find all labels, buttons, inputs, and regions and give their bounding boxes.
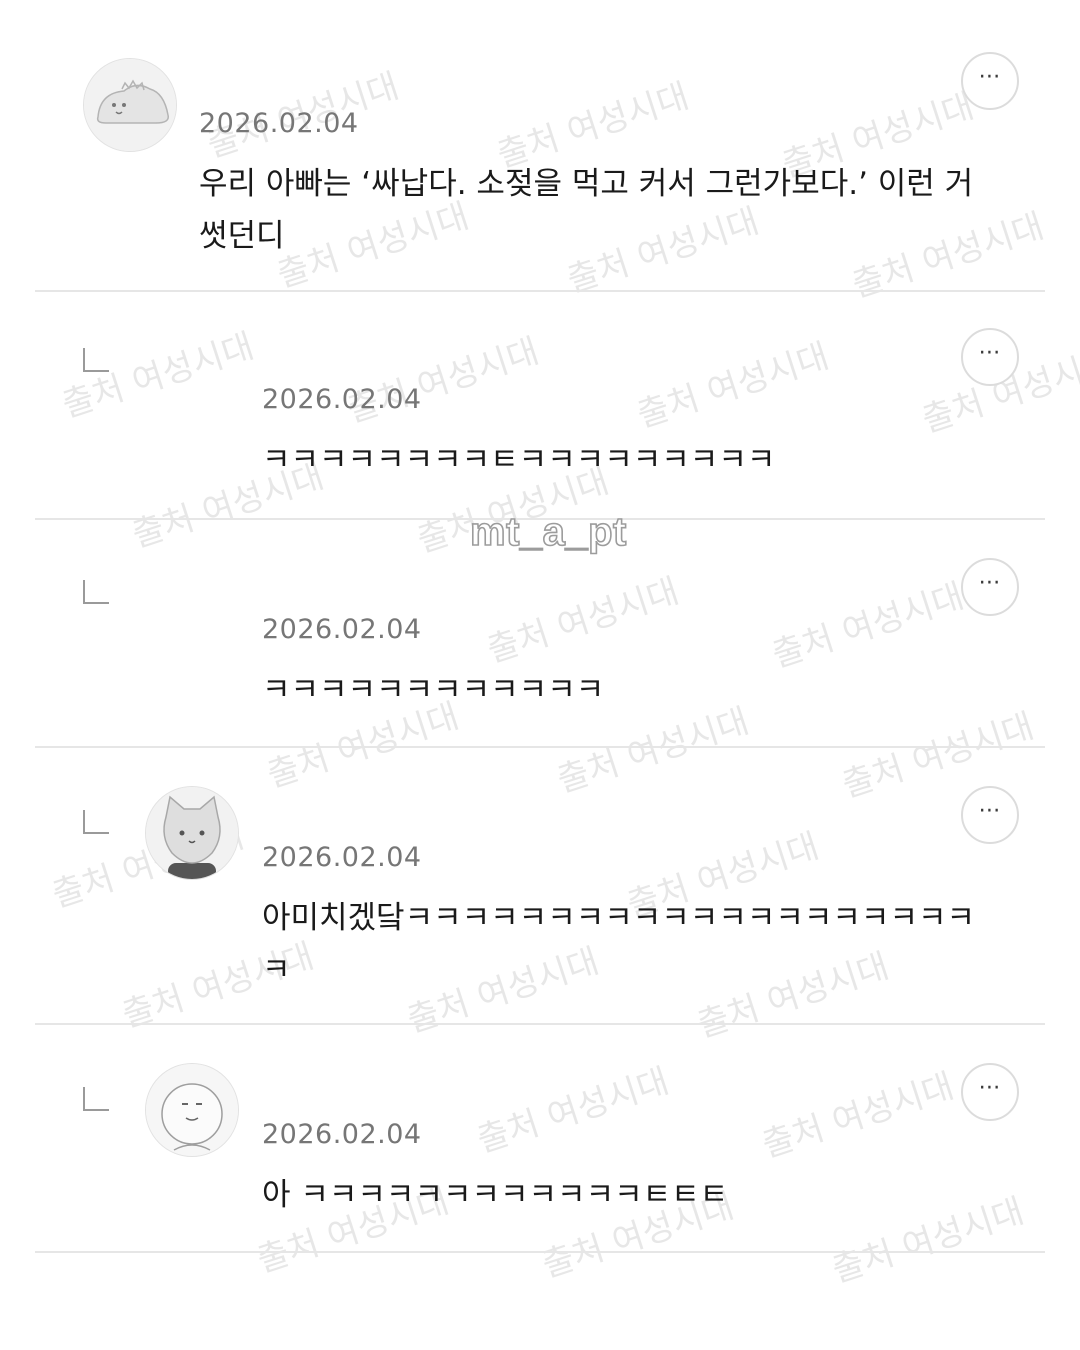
more-options-button[interactable]: ⋯ (961, 1063, 1019, 1121)
comment-item: 2026.02.04 우리 아빠는 ‘싸납다. 소젖을 먹고 커서 그런가보다.… (35, 40, 1045, 292)
comment-date: 2026.02.04 (262, 1119, 422, 1150)
cat-avatar-icon[interactable] (145, 786, 239, 880)
ellipsis-icon: ⋯ (978, 1075, 1002, 1100)
reply-arrow-icon (83, 580, 109, 604)
comment-text: ㅋㅋㅋㅋㅋㅋㅋㅋㅋㅋㅋㅋ (262, 672, 605, 708)
ellipsis-icon: ⋯ (978, 570, 1002, 595)
comment-text: 우리 아빠는 ‘싸납다. 소젖을 먹고 커서 그런가보다.’ 이런 거 썻던디 (199, 166, 974, 254)
comment-text: 아 ㅋㅋㅋㅋㅋㅋㅋㅋㅋㅋㅋㅋㅌㅌㅌ (262, 1177, 729, 1213)
more-options-button[interactable]: ⋯ (961, 786, 1019, 844)
more-options-button[interactable]: ⋯ (961, 558, 1019, 616)
comment-date: 2026.02.04 (262, 384, 422, 415)
reply-comment-item: 2026.02.04 아미치겠닼ㅋㅋㅋㅋㅋㅋㅋㅋㅋㅋㅋㅋㅋㅋㅋㅋㅋㅋㅋㅋㅋ ⋯ (35, 748, 1045, 1025)
comment-text: 아미치겠닼ㅋㅋㅋㅋㅋㅋㅋㅋㅋㅋㅋㅋㅋㅋㅋㅋㅋㅋㅋㅋㅋ (262, 900, 975, 988)
ellipsis-icon: ⋯ (978, 340, 1002, 365)
reply-arrow-icon (83, 810, 109, 834)
reply-comment-item: 2026.02.04 ㅋㅋㅋㅋㅋㅋㅋㅋㅌㅋㅋㅋㅋㅋㅋㅋㅋㅋ ⋯ (35, 292, 1045, 520)
comment-date: 2026.02.04 (199, 108, 359, 139)
more-options-button[interactable]: ⋯ (961, 52, 1019, 110)
comment-date: 2026.02.04 (262, 842, 422, 873)
ellipsis-icon: ⋯ (978, 64, 1002, 89)
round-face-avatar-icon[interactable] (145, 1063, 239, 1157)
more-options-button[interactable]: ⋯ (961, 328, 1019, 386)
reply-arrow-icon (83, 1087, 109, 1111)
reply-comment-item: 2026.02.04 아 ㅋㅋㅋㅋㅋㅋㅋㅋㅋㅋㅋㅋㅌㅌㅌ ⋯ (35, 1025, 1045, 1253)
comment-date: 2026.02.04 (262, 614, 422, 645)
comment-text: ㅋㅋㅋㅋㅋㅋㅋㅋㅌㅋㅋㅋㅋㅋㅋㅋㅋㅋ (262, 442, 776, 478)
ellipsis-icon: ⋯ (978, 798, 1002, 823)
dinosaur-avatar-icon[interactable] (83, 58, 177, 152)
reply-arrow-icon (83, 348, 109, 372)
creator-handle-watermark: mt_a_pt (469, 509, 627, 555)
